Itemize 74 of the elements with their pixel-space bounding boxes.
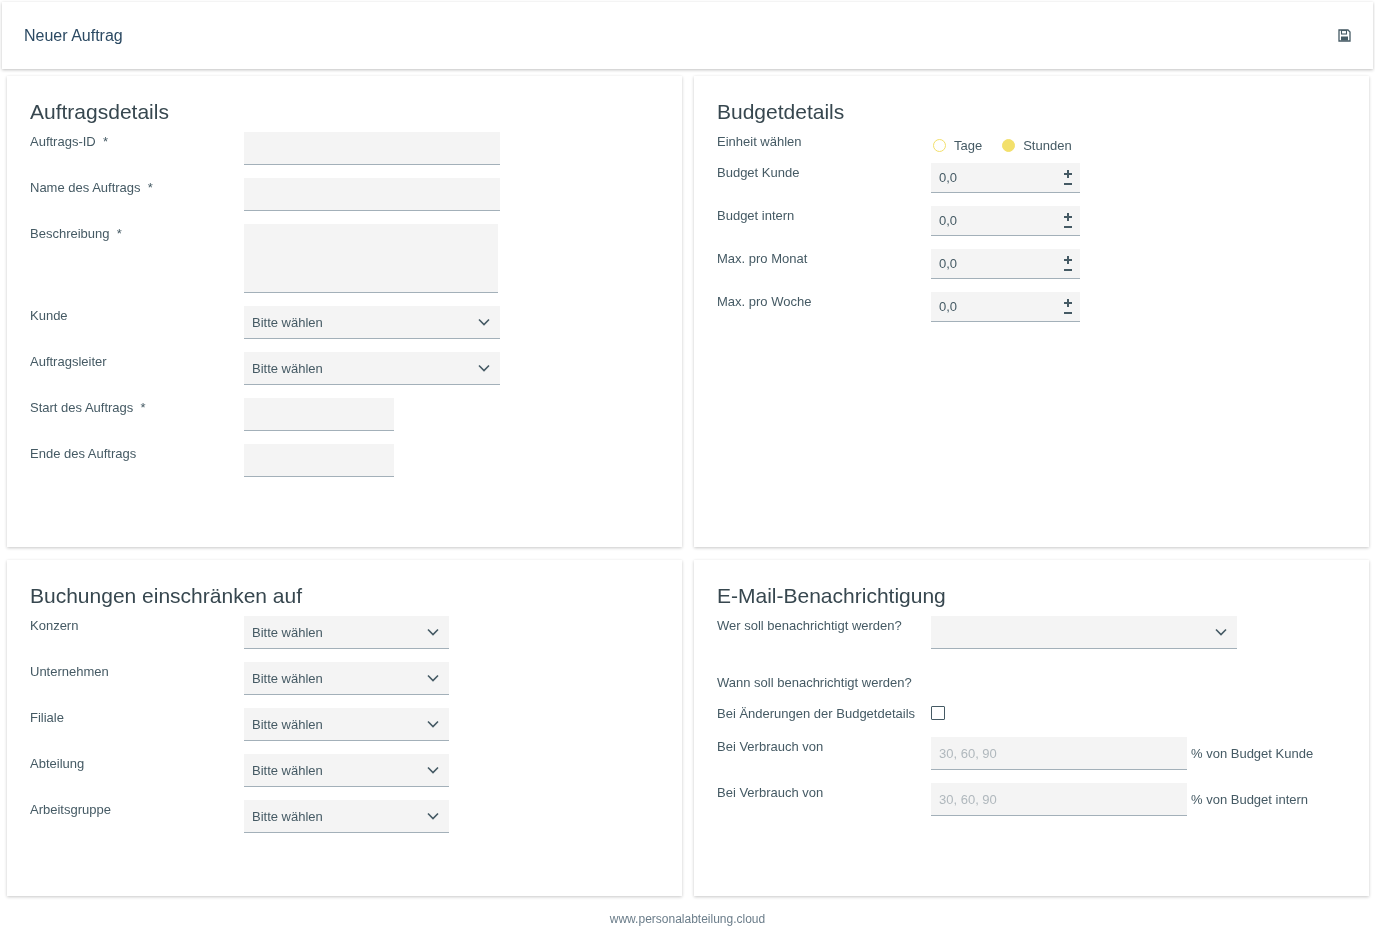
field-label: Wer soll benachrichtigt werden? [717,617,903,633]
plus-icon[interactable] [1064,213,1072,221]
field-label: Unternehmen [30,663,110,679]
dropdown-field[interactable]: Bitte wählen [244,616,449,649]
number-field[interactable]: 0,0 [931,163,1080,193]
field-label: Bei Verbrauch von [717,738,825,754]
radio-label: Tage [954,138,983,153]
field-label: Budget Kunde [717,164,801,180]
number-input[interactable]: 0,0 [939,213,1064,228]
number-field[interactable]: 0,0 [931,249,1080,279]
dropdown-field[interactable] [931,616,1237,649]
dropdown-field[interactable]: Bitte wählen [244,800,449,833]
section-label: Wann soll benachrichtigt werden? [717,674,913,690]
save-icon[interactable] [1338,29,1351,42]
field-label: Konzern [30,617,80,633]
field-label: Abteilung [30,755,86,771]
chevron-down-icon [478,364,490,372]
checkbox[interactable] [931,706,945,720]
percentage-field[interactable]: 30, 60, 90 [931,783,1187,816]
footer-link[interactable]: www.personalabteilung.cloud [609,912,766,926]
text-area[interactable] [244,224,498,293]
date-field[interactable] [244,398,394,431]
text-field[interactable] [244,132,500,165]
field-label: Start des Auftrags * [30,399,147,415]
field-label: Max. pro Monat [717,250,809,266]
field-label: Filiale [30,709,65,725]
percentage-field[interactable]: 30, 60, 90 [931,737,1187,770]
minus-icon[interactable] [1064,226,1072,228]
dropdown-field[interactable]: Bitte wählen [244,708,449,741]
number-input[interactable]: 0,0 [939,299,1064,314]
section-title: E-Mail-Benachrichtigung [717,584,947,608]
field-label: Kunde [30,307,69,323]
minus-icon[interactable] [1064,183,1072,185]
section-title: Auftragsdetails [30,100,170,124]
page-title: Neuer Auftrag [24,26,123,45]
field-label: Bei Änderungen der Budgetdetails [717,705,917,721]
number-field[interactable]: 0,0 [931,206,1080,236]
date-field[interactable] [244,444,394,477]
radio-label: Stunden [1023,138,1072,153]
chevron-down-icon [1215,628,1227,636]
plus-icon[interactable] [1064,170,1072,178]
field-label: Einheit wählen [717,133,803,149]
field-label: Budget intern [717,207,796,223]
chevron-down-icon [427,628,439,636]
number-input[interactable]: 0,0 [939,170,1064,185]
radio-button[interactable] [1002,139,1016,152]
chevron-down-icon [478,318,490,326]
field-label: Ende des Auftrags [30,445,138,461]
number-input[interactable]: 0,0 [939,256,1064,271]
section-title: Budgetdetails [717,100,846,124]
dropdown-field[interactable]: Bitte wählen [244,662,449,695]
minus-icon[interactable] [1064,312,1072,314]
number-field[interactable]: 0,0 [931,292,1080,322]
field-label: Auftragsleiter [30,353,108,369]
minus-icon[interactable] [1064,269,1072,271]
field-label: Name des Auftrags * [30,179,154,195]
text-field[interactable] [244,178,500,211]
chevron-down-icon [427,812,439,820]
dropdown-field[interactable]: Bitte wählen [244,352,500,385]
chevron-down-icon [427,674,439,682]
field-label: Max. pro Woche [717,293,813,309]
field-label: Auftrags-ID * [30,133,110,149]
field-label: Arbeitsgruppe [30,801,112,817]
dropdown-field[interactable]: Bitte wählen [244,754,449,787]
chevron-down-icon [427,720,439,728]
plus-icon[interactable] [1064,299,1072,307]
field-label: Bei Verbrauch von [717,784,825,800]
plus-icon[interactable] [1064,256,1072,264]
section-title: Buchungen einschränken auf [30,584,304,608]
field-suffix: % von Budget Kunde [1191,746,1314,761]
field-suffix: % von Budget intern [1191,792,1309,807]
field-label: Beschreibung * [30,225,123,241]
dropdown-field[interactable]: Bitte wählen [244,306,500,339]
chevron-down-icon [427,766,439,774]
